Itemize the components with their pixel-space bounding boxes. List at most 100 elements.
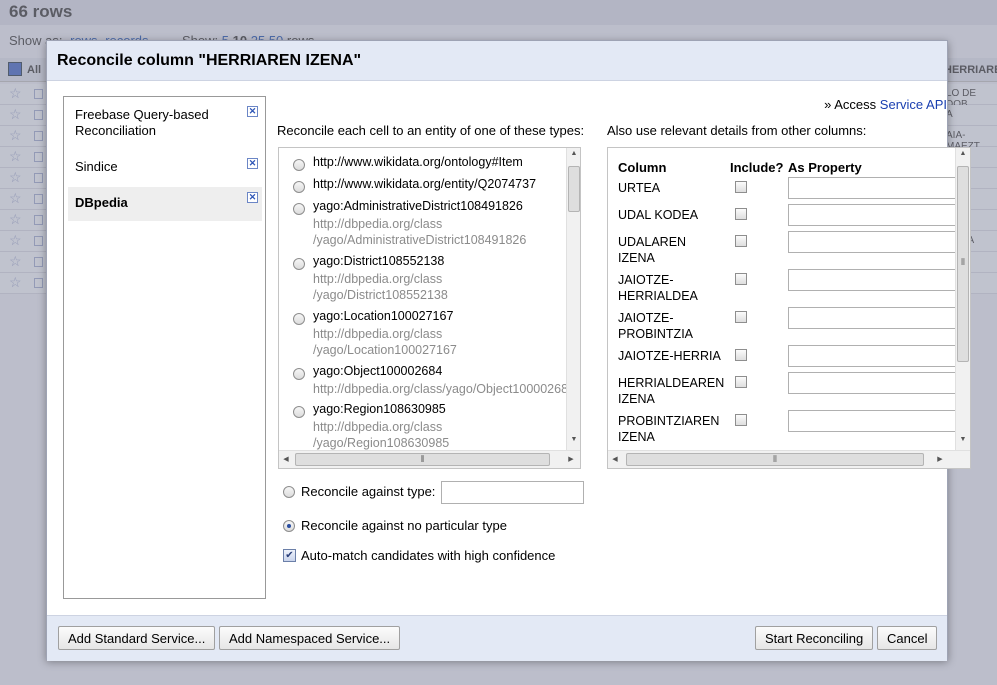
service-list: Freebase Query-based Reconciliation ✕ Si… bbox=[63, 96, 266, 599]
column-name-line: HERRIALDEAREN bbox=[618, 376, 725, 390]
property-input[interactable] bbox=[788, 269, 958, 291]
type-list-vscrollbar[interactable]: ▲ ▼ bbox=[566, 148, 580, 450]
type-input[interactable] bbox=[441, 481, 584, 504]
type-name: yago:Object100002684 bbox=[313, 364, 443, 378]
column-name-line: UDALAREN bbox=[618, 235, 687, 249]
type-item[interactable]: yago:Location100027167 http://dbpedia.org… bbox=[293, 309, 457, 357]
scroll-right-icon[interactable]: ▶ bbox=[933, 455, 947, 463]
as-property-header: As Property bbox=[788, 160, 862, 175]
scroll-thumb[interactable]: ⦀ bbox=[957, 166, 969, 362]
type-radio[interactable] bbox=[293, 367, 305, 380]
type-item[interactable]: yago:District108552138 http://dbpedia.org… bbox=[293, 254, 448, 302]
no-type-label: Reconcile against no particular type bbox=[301, 518, 507, 533]
service-item-freebase[interactable]: Freebase Query-based Reconciliation ✕ bbox=[68, 101, 262, 151]
dialog-title: Reconcile column "HERRIAREN IZENA" bbox=[47, 41, 947, 81]
type-name: http://www.wikidata.org/ontology#Item bbox=[313, 155, 523, 169]
column-name: JAIOTZE- HERRIALDEA bbox=[618, 272, 698, 304]
type-url: /yago/District108552138 bbox=[313, 288, 448, 302]
add-namespaced-service-button[interactable]: Add Namespaced Service... bbox=[219, 626, 401, 650]
service-item-dbpedia[interactable]: DBpedia ✕ bbox=[68, 187, 262, 221]
type-list: http://www.wikidata.org/ontology#Item htt… bbox=[278, 147, 581, 469]
scroll-down-icon[interactable]: ▼ bbox=[567, 436, 580, 443]
close-icon[interactable]: ✕ bbox=[247, 192, 258, 203]
scroll-left-icon[interactable]: ◀ bbox=[279, 455, 293, 463]
column-name-line: JAIOTZE-HERRIA bbox=[618, 349, 721, 363]
columns-vscrollbar[interactable]: ▲ ⦀ ▼ bbox=[955, 148, 970, 450]
type-radio[interactable] bbox=[293, 257, 305, 270]
property-input[interactable] bbox=[788, 372, 958, 394]
include-checkbox[interactable] bbox=[735, 414, 747, 426]
column-name: HERRIALDEAREN IZENA bbox=[618, 375, 724, 407]
scroll-thumb[interactable]: ⦀ bbox=[295, 453, 550, 466]
property-input[interactable] bbox=[788, 231, 958, 253]
scroll-thumb[interactable] bbox=[568, 166, 580, 212]
auto-match-checkbox[interactable]: ✔ bbox=[283, 549, 296, 562]
include-checkbox[interactable] bbox=[735, 349, 747, 361]
include-checkbox[interactable] bbox=[735, 235, 747, 247]
type-item[interactable]: yago:Object100002684 http://dbpedia.org/c… bbox=[293, 364, 575, 396]
columns-table: Column Include? As Property URTEA UDAL KO… bbox=[607, 147, 971, 469]
type-url: http://dbpedia.org/class bbox=[313, 217, 443, 231]
column-name-line: PROBINTZIAREN bbox=[618, 414, 720, 428]
service-label: DBpedia bbox=[75, 195, 128, 210]
include-checkbox[interactable] bbox=[735, 208, 747, 220]
column-name: UDALAREN IZENA bbox=[618, 234, 686, 266]
details-label: Also use relevant details from other col… bbox=[607, 123, 867, 138]
include-checkbox[interactable] bbox=[735, 376, 747, 388]
type-name: yago:Region108630985 bbox=[313, 402, 446, 416]
no-type-radio[interactable] bbox=[283, 520, 295, 532]
against-type-label: Reconcile against type: bbox=[301, 484, 436, 499]
type-url: /yago/Location100027167 bbox=[313, 343, 457, 357]
service-item-sindice[interactable]: Sindice ✕ bbox=[68, 153, 262, 187]
include-checkbox[interactable] bbox=[735, 181, 747, 193]
type-radio[interactable] bbox=[293, 202, 305, 215]
type-item[interactable]: yago:Region108630985 http://dbpedia.org/c… bbox=[293, 402, 449, 450]
add-standard-service-button[interactable]: Add Standard Service... bbox=[58, 626, 216, 650]
type-radio[interactable] bbox=[293, 158, 305, 171]
include-header: Include? bbox=[730, 160, 784, 175]
include-checkbox[interactable] bbox=[735, 311, 747, 323]
include-checkbox[interactable] bbox=[735, 273, 747, 285]
column-name: PROBINTZIAREN IZENA bbox=[618, 413, 719, 445]
property-input[interactable] bbox=[788, 410, 958, 432]
column-name-line: HERRIALDEA bbox=[618, 289, 698, 303]
property-input[interactable] bbox=[788, 345, 958, 367]
column-name-line: URTEA bbox=[618, 181, 661, 195]
type-radio[interactable] bbox=[293, 180, 305, 193]
scroll-left-icon[interactable]: ◀ bbox=[608, 455, 622, 463]
column-name-line: IZENA bbox=[618, 430, 655, 444]
service-label: Freebase Query-based Reconciliation bbox=[75, 107, 209, 138]
column-name: JAIOTZE- PROBINTZIA bbox=[618, 310, 693, 342]
scroll-down-icon[interactable]: ▼ bbox=[956, 436, 970, 443]
type-radio[interactable] bbox=[293, 405, 305, 418]
column-name: UDAL KODEA bbox=[618, 207, 698, 223]
type-radio[interactable] bbox=[293, 312, 305, 325]
start-reconciling-button[interactable]: Start Reconciling bbox=[755, 626, 874, 650]
property-input[interactable] bbox=[788, 177, 958, 199]
column-name: URTEA bbox=[618, 180, 660, 196]
service-api-link[interactable]: Service API bbox=[880, 97, 947, 112]
type-item[interactable]: yago:AdministrativeDistrict108491826 http… bbox=[293, 199, 526, 247]
column-name-line: IZENA bbox=[618, 251, 655, 265]
close-icon[interactable]: ✕ bbox=[247, 158, 258, 169]
types-label: Reconcile each cell to an entity of one … bbox=[277, 123, 585, 138]
property-input[interactable] bbox=[788, 307, 958, 329]
type-url: http://dbpedia.org/class bbox=[313, 420, 443, 434]
type-item[interactable]: http://www.wikidata.org/ontology#Item bbox=[293, 155, 523, 171]
against-type-radio[interactable] bbox=[283, 486, 295, 498]
scroll-up-icon[interactable]: ▲ bbox=[567, 150, 580, 157]
column-name-line: JAIOTZE- bbox=[618, 273, 674, 287]
type-url: /yago/Region108630985 bbox=[313, 436, 450, 450]
close-icon[interactable]: ✕ bbox=[247, 106, 258, 117]
columns-hscrollbar[interactable]: ◀ ⦀ ▶ bbox=[608, 450, 970, 468]
scroll-right-icon[interactable]: ▶ bbox=[564, 455, 578, 463]
dialog-footer: Add Standard Service... Add Namespaced S… bbox=[47, 615, 947, 661]
scroll-up-icon[interactable]: ▲ bbox=[956, 150, 970, 157]
service-label: Sindice bbox=[75, 159, 118, 174]
type-item[interactable]: http://www.wikidata.org/entity/Q2074737 bbox=[293, 177, 536, 193]
cancel-button[interactable]: Cancel bbox=[877, 626, 938, 650]
column-name-line: PROBINTZIA bbox=[618, 327, 694, 341]
type-list-hscrollbar[interactable]: ◀ ⦀ ▶ bbox=[279, 450, 580, 468]
property-input[interactable] bbox=[788, 204, 958, 226]
scroll-thumb[interactable]: ⦀ bbox=[626, 453, 924, 466]
